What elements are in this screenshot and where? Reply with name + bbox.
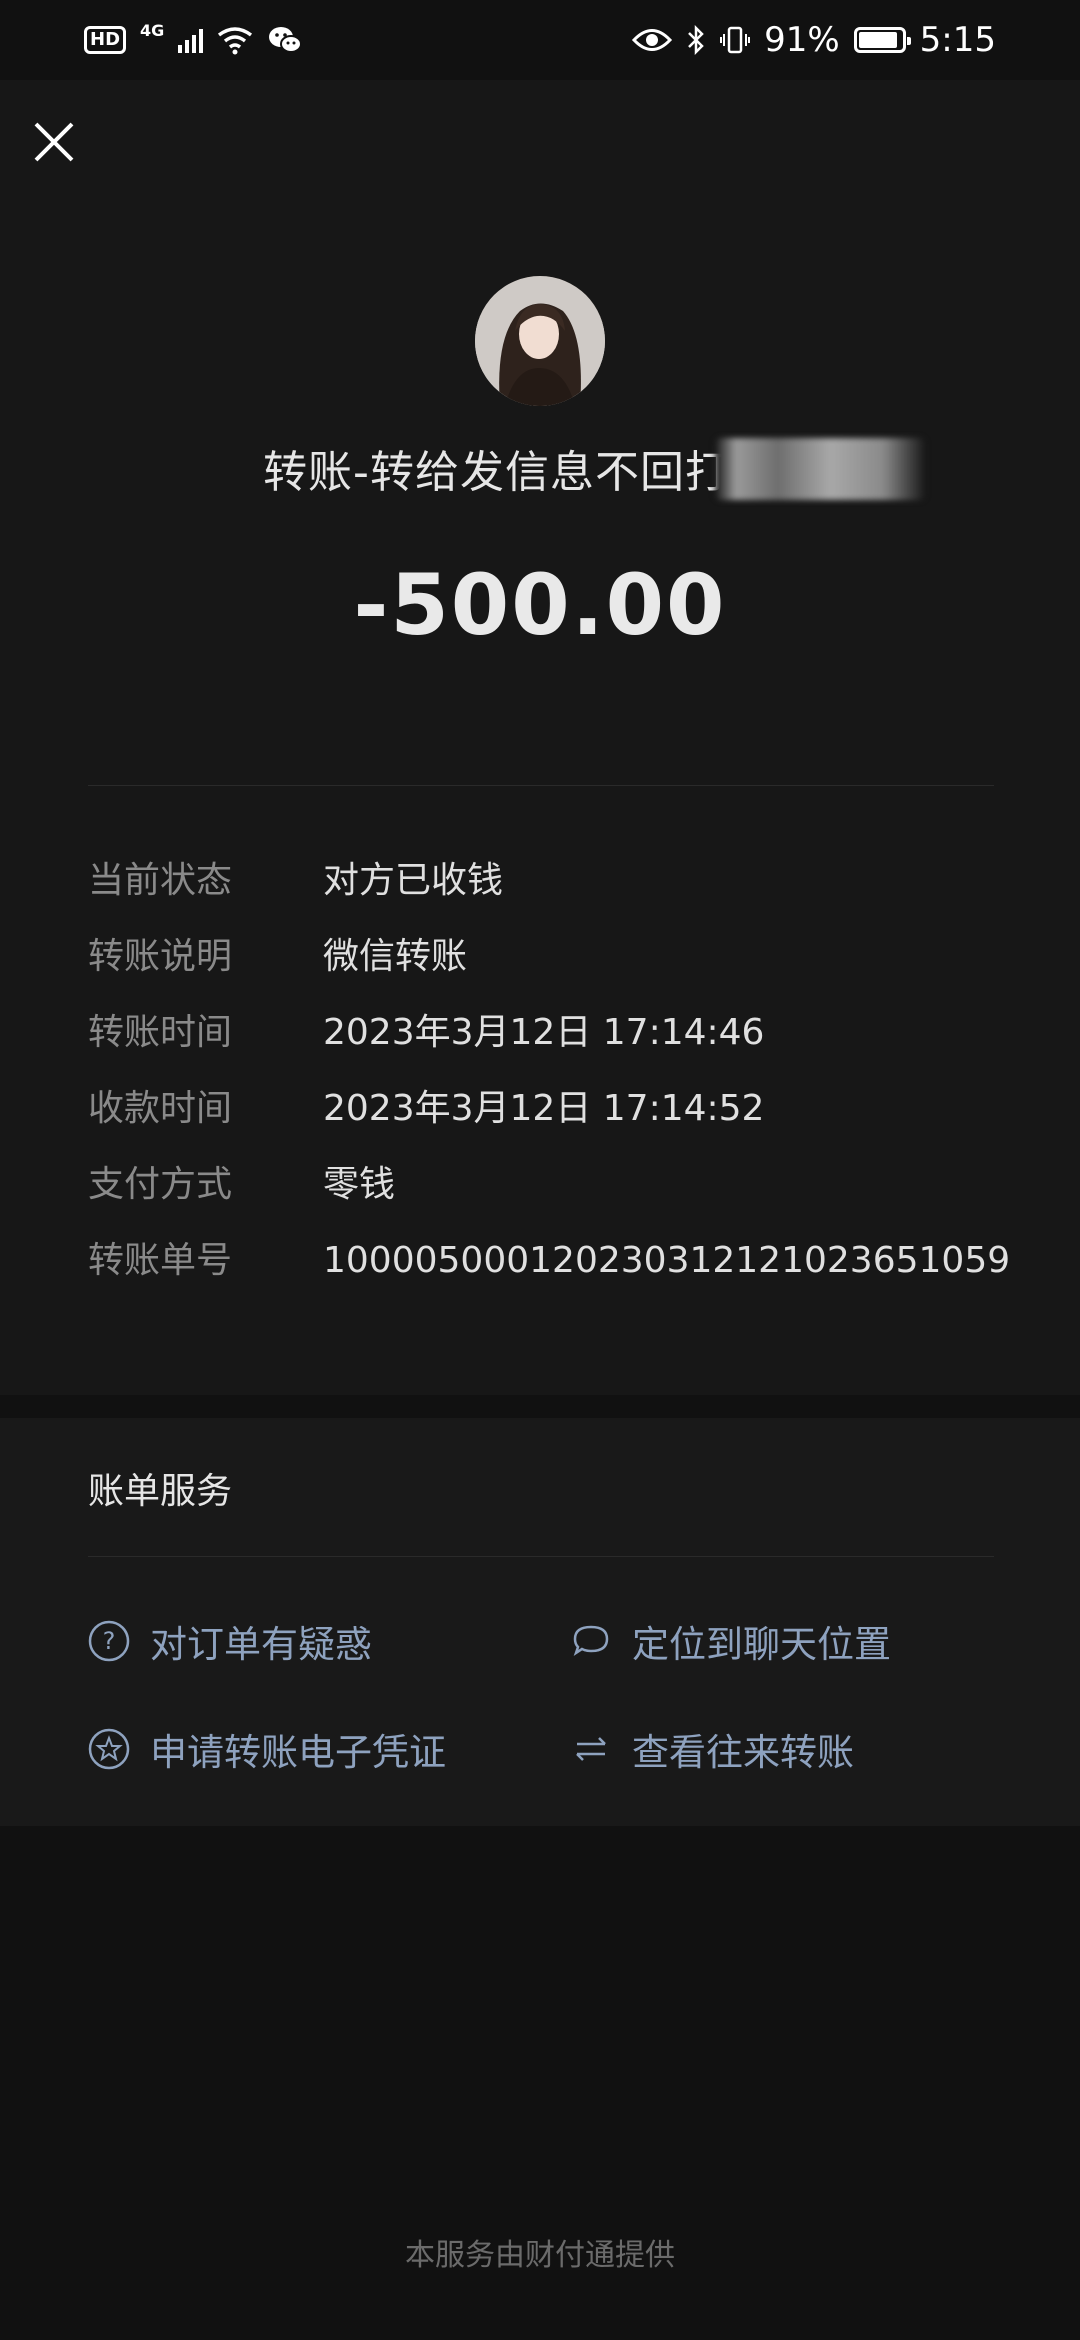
detail-label: 收款时间 bbox=[88, 1088, 233, 1129]
detail-label: 转账单号 bbox=[88, 1240, 233, 1281]
swap-arrows-icon bbox=[568, 1726, 614, 1772]
divider bbox=[88, 785, 994, 786]
svg-text:?: ? bbox=[103, 1627, 116, 1655]
service-label: 定位到聊天位置 bbox=[632, 1623, 891, 1666]
battery-icon bbox=[853, 27, 911, 53]
footer-provider-note: 本服务由财付通提供 bbox=[405, 2238, 675, 2273]
redacted-phone-mask bbox=[715, 438, 925, 500]
locate-chat-link[interactable]: 定位到聊天位置 bbox=[568, 1614, 891, 1668]
divider bbox=[88, 1556, 994, 1557]
detail-row-payment-method: 支付方式 零钱 bbox=[88, 1160, 1038, 1210]
detail-label: 转账说明 bbox=[88, 936, 233, 977]
detail-label: 当前状态 bbox=[88, 860, 233, 901]
detail-value: 微信转账 bbox=[323, 936, 468, 977]
detail-value: 零钱 bbox=[323, 1164, 396, 1205]
detail-row-status: 当前状态 对方已收钱 bbox=[88, 856, 1038, 906]
detail-value: 2023年3月12日 17:14:46 bbox=[323, 1012, 765, 1053]
detail-value: 2023年3月12日 17:14:52 bbox=[323, 1088, 765, 1129]
status-bar: HD 4G 91% 5:15 bbox=[0, 0, 1080, 80]
services-title: 账单服务 bbox=[88, 1471, 233, 1512]
avatar bbox=[475, 276, 605, 406]
wechat-icon bbox=[269, 27, 303, 53]
detail-row-note: 转账说明 微信转账 bbox=[88, 932, 1038, 982]
bluetooth-icon bbox=[688, 25, 704, 55]
wifi-icon bbox=[218, 27, 253, 55]
battery-percent: 91% bbox=[764, 20, 840, 60]
close-icon bbox=[34, 122, 74, 162]
transfer-amount: -500.00 bbox=[353, 556, 727, 654]
question-icon: ? bbox=[86, 1618, 132, 1664]
detail-value: 对方已收钱 bbox=[323, 860, 504, 901]
bill-services-section: 账单服务 ? 对订单有疑惑 定位到聊天位置 申请转账电子凭证 查看往来转账 bbox=[0, 1418, 1080, 1826]
clock: 5:15 bbox=[919, 20, 996, 60]
battery-level bbox=[858, 32, 897, 48]
signal-icon bbox=[178, 27, 204, 53]
service-label: 申请转账电子凭证 bbox=[150, 1731, 446, 1774]
vibrate-icon bbox=[720, 26, 751, 54]
network-type: 4G bbox=[140, 20, 165, 40]
detail-row-received-time: 收款时间 2023年3月12日 17:14:52 bbox=[88, 1084, 1038, 1134]
chat-bubble-icon bbox=[568, 1618, 614, 1664]
detail-row-order-number: 转账单号 100005000120230312121023651059 bbox=[88, 1236, 1038, 1286]
view-transfers-link[interactable]: 查看往来转账 bbox=[568, 1722, 854, 1776]
detail-value[interactable]: 100005000120230312121023651059 bbox=[323, 1236, 1010, 1286]
service-label: 查看往来转账 bbox=[632, 1731, 854, 1774]
service-label: 对订单有疑惑 bbox=[150, 1623, 372, 1666]
hd-icon: HD bbox=[84, 26, 127, 54]
e-voucher-link[interactable]: 申请转账电子凭证 bbox=[86, 1722, 446, 1776]
order-question-link[interactable]: ? 对订单有疑惑 bbox=[86, 1614, 372, 1668]
star-badge-icon bbox=[86, 1726, 132, 1772]
detail-row-transfer-time: 转账时间 2023年3月12日 17:14:46 bbox=[88, 1008, 1038, 1058]
detail-label: 支付方式 bbox=[88, 1164, 233, 1205]
status-right: 91% 5:15 bbox=[632, 20, 996, 60]
detail-label: 转账时间 bbox=[88, 1012, 233, 1053]
eye-icon bbox=[632, 29, 673, 51]
avatar-image bbox=[475, 276, 605, 406]
close-button[interactable] bbox=[30, 118, 78, 166]
status-left: HD 4G bbox=[84, 21, 303, 55]
